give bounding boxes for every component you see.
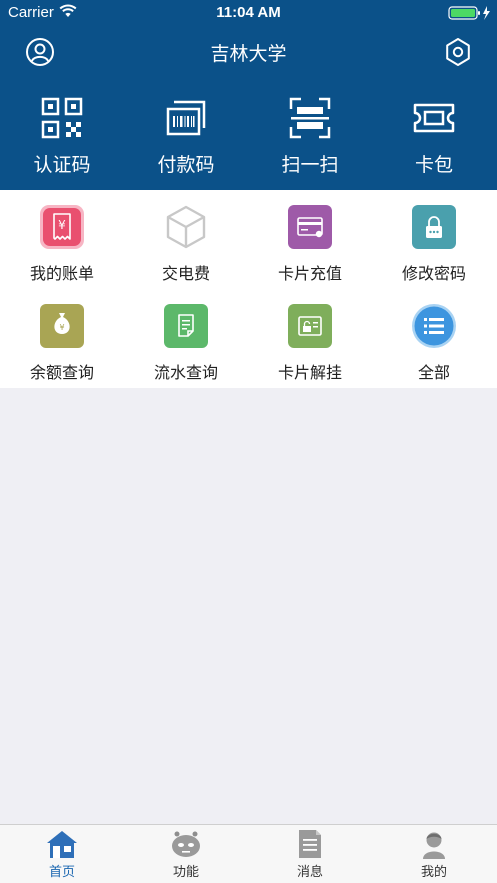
quick-action-label: 扫一扫: [281, 155, 339, 176]
tab-profile[interactable]: 我的: [372, 825, 496, 883]
barcode-card-icon: [166, 100, 206, 136]
scan-icon: [289, 97, 331, 139]
quick-action-label: 认证码: [33, 155, 91, 176]
robot-icon: [172, 831, 200, 857]
function-all[interactable]: 全部: [372, 303, 496, 383]
quick-action-card-wallet[interactable]: 卡包: [372, 90, 496, 177]
money-bag-icon: ¥: [40, 304, 84, 348]
card-unlock-icon: [288, 304, 332, 348]
tab-label: 我的: [420, 864, 447, 879]
ticket-icon: [413, 103, 455, 133]
lock-icon: [412, 205, 456, 249]
svg-text:¥: ¥: [59, 323, 64, 332]
quick-action-auth-code[interactable]: 认证码: [0, 90, 124, 177]
tab-functions[interactable]: 功能: [124, 825, 248, 883]
svg-text:¥: ¥: [58, 218, 66, 232]
bill-icon: ¥: [40, 205, 84, 249]
function-transaction-inquiry[interactable]: 流水查询: [124, 303, 248, 383]
nav-bar: 吉林大学: [0, 26, 497, 78]
page-title: 吉林大学: [210, 44, 287, 65]
card-recharge-icon: [288, 205, 332, 249]
function-label: 余额查询: [29, 365, 94, 382]
function-change-password[interactable]: 修改密码: [372, 204, 496, 284]
status-time: 11:04 AM: [216, 4, 281, 21]
function-label: 流水查询: [153, 365, 218, 382]
cube-icon: [166, 205, 206, 249]
tab-messages[interactable]: 消息: [248, 825, 372, 883]
function-grid: ¥ 我的账单 交电费 卡片充值 修改密码 ¥ 余额查询 流水查询 卡片解挂 全部: [0, 190, 497, 388]
tab-home[interactable]: 首页: [0, 825, 124, 883]
function-label: 交电费: [161, 266, 210, 283]
function-my-bill[interactable]: ¥ 我的账单: [0, 204, 124, 284]
message-icon: [299, 830, 321, 858]
function-balance-inquiry[interactable]: ¥ 余额查询: [0, 303, 124, 383]
tab-label: 消息: [296, 864, 323, 879]
function-pay-electricity[interactable]: 交电费: [124, 204, 248, 284]
quick-action-label: 付款码: [157, 155, 215, 176]
quick-action-payment-code[interactable]: 付款码: [124, 90, 248, 177]
quick-action-label: 卡包: [414, 155, 453, 176]
tab-label: 首页: [48, 864, 75, 879]
status-bar: Carrier 11:04 AM: [0, 0, 497, 26]
function-label: 我的账单: [29, 266, 94, 283]
tab-bar: 首页 功能 消息 我的: [0, 824, 497, 883]
header-area: Carrier 11:04 AM 吉林大学 认证码 付款码 扫一扫 卡包: [0, 0, 497, 190]
quick-action-scan[interactable]: 扫一扫: [248, 90, 372, 177]
profile-icon: [423, 832, 445, 859]
function-card-unfreeze[interactable]: 卡片解挂: [248, 303, 372, 383]
qr-code-icon: [41, 97, 83, 139]
function-card-recharge[interactable]: 卡片充值: [248, 204, 372, 284]
home-icon: [47, 831, 77, 858]
list-icon: [412, 304, 456, 348]
function-label: 卡片充值: [277, 266, 342, 283]
function-label: 全部: [417, 365, 450, 382]
tab-label: 功能: [172, 864, 199, 879]
function-label: 卡片解挂: [277, 365, 342, 382]
battery-icon: [448, 6, 490, 20]
quick-actions: 认证码 付款码 扫一扫 卡包: [0, 90, 497, 185]
document-icon: [164, 304, 208, 348]
settings-gear-icon[interactable]: [442, 36, 474, 68]
function-label: 修改密码: [401, 266, 466, 283]
